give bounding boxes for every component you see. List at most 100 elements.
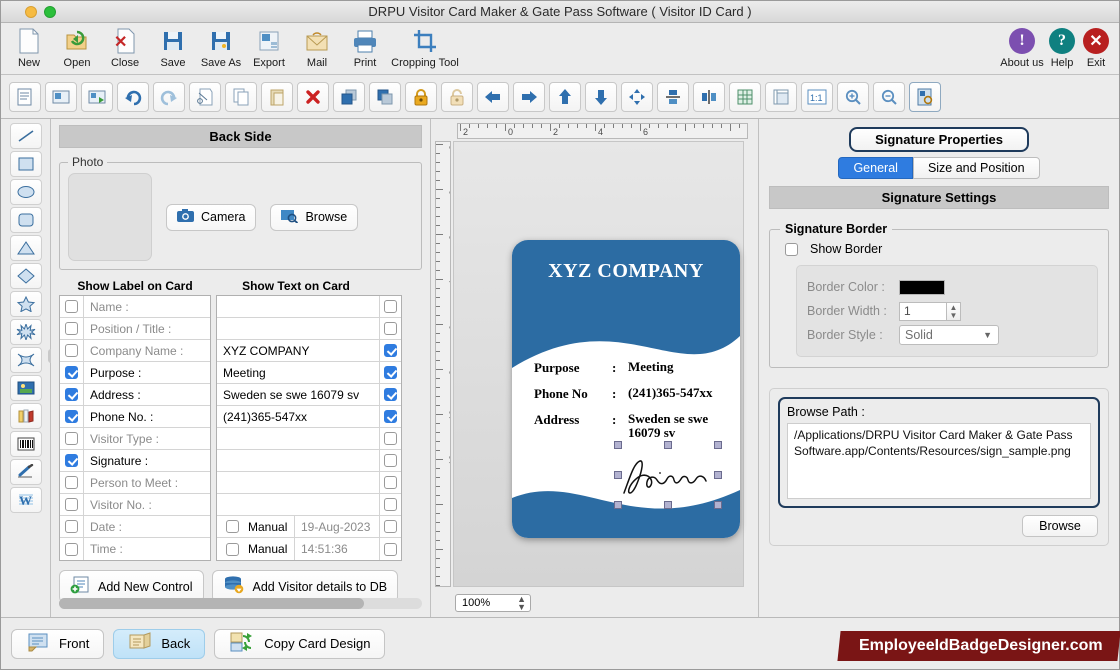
text-checkbox[interactable] (384, 432, 397, 445)
field-value[interactable]: XYZ COMPANY (217, 340, 380, 361)
zoom-out-icon-button[interactable] (873, 81, 905, 112)
tab-general[interactable]: General (838, 157, 913, 179)
resize-handle-w[interactable] (614, 471, 622, 479)
manual-checkbox[interactable] (226, 520, 239, 533)
border-width-stepper[interactable]: ▲ ▼ (947, 301, 961, 321)
save-button[interactable]: Save (149, 24, 197, 69)
undo-icon-button[interactable] (117, 81, 149, 112)
photo-preview[interactable] (68, 173, 152, 261)
watermark-tool-icon[interactable]: W (9, 487, 42, 513)
resize-handle-e[interactable] (714, 471, 722, 479)
print-button[interactable]: Print (341, 24, 389, 69)
field-value[interactable] (217, 494, 380, 515)
border-color-swatch[interactable] (899, 279, 945, 295)
text-checkbox[interactable] (384, 388, 397, 401)
rounded-rect-tool-icon[interactable] (9, 207, 42, 233)
browse-path-value[interactable]: /Applications/DRPU Visitor Card Maker & … (787, 423, 1091, 499)
help-button[interactable]: ? Help (1045, 24, 1079, 69)
signature-tool-icon[interactable] (9, 459, 42, 485)
align-top-icon-button[interactable] (549, 81, 581, 112)
new-button[interactable]: New (5, 24, 53, 69)
show-border-checkbox[interactable] (785, 242, 798, 256)
label-checkbox[interactable] (65, 542, 78, 556)
field-value[interactable]: Sweden se swe 16079 sv (217, 384, 380, 405)
align-bottom-icon-button[interactable] (585, 81, 617, 112)
delete-icon-button[interactable] (297, 81, 329, 112)
maximize-button[interactable] (44, 6, 56, 18)
design-page[interactable]: XYZ COMPANY Purpose: Meeting Phone No: (241… (453, 141, 744, 587)
triangle-tool-icon[interactable] (9, 235, 42, 261)
field-value[interactable] (217, 428, 380, 449)
field-value[interactable]: Meeting (217, 362, 380, 383)
card-preview-icon-button[interactable] (909, 81, 941, 112)
card-line[interactable]: Address: Sweden se swe 16079 sv (534, 412, 730, 439)
open-button[interactable]: Open (53, 24, 101, 69)
text-checkbox[interactable] (384, 300, 397, 313)
card-line[interactable]: Purpose: Meeting (534, 360, 730, 376)
text-checkbox[interactable] (384, 520, 397, 533)
browse-button[interactable]: Browse (1022, 515, 1098, 537)
tab-size-and-position[interactable]: Size and Position (912, 157, 1040, 179)
text-checkbox[interactable] (384, 410, 397, 423)
field-value[interactable] (217, 472, 380, 493)
back-side-button[interactable]: Back (113, 628, 206, 659)
field-value[interactable]: 14:51:36 (295, 538, 380, 560)
label-checkbox[interactable] (65, 300, 78, 313)
align-left-icon-button[interactable] (477, 81, 509, 112)
field-value[interactable]: 19-Aug-2023 (295, 516, 380, 537)
left-panel-hscrollbar[interactable] (59, 598, 422, 609)
send-back-icon-button[interactable] (369, 81, 401, 112)
zoom-level-select[interactable]: 100% ▲ ▼ (455, 594, 531, 612)
star-tool-icon[interactable] (9, 291, 42, 317)
label-checkbox[interactable] (65, 520, 78, 533)
diamond-tool-icon[interactable] (9, 263, 42, 289)
copy-card-design-button[interactable]: Copy Card Design (214, 628, 386, 659)
four-point-star-tool-icon[interactable] (9, 347, 42, 373)
manual-toggle[interactable]: Manual (217, 538, 295, 560)
field-value[interactable]: (241)365-547xx (217, 406, 380, 427)
center-vertical-icon-button[interactable] (657, 81, 689, 112)
ruler-icon-button[interactable] (765, 81, 797, 112)
text-checkbox[interactable] (384, 542, 397, 556)
cropping-tool-button[interactable]: Cropping Tool (389, 24, 461, 69)
starburst-tool-icon[interactable] (9, 319, 42, 345)
card-line[interactable]: Phone No: (241)365-547xx (534, 386, 730, 402)
label-checkbox[interactable] (65, 388, 78, 401)
text-checkbox[interactable] (384, 476, 397, 489)
center-both-icon-button[interactable] (621, 81, 653, 112)
text-checkbox[interactable] (384, 322, 397, 335)
border-width-input[interactable]: 1 (899, 301, 947, 321)
card-signature[interactable] (614, 441, 722, 509)
rectangle-tool-icon[interactable] (9, 151, 42, 177)
resize-handle-nw[interactable] (614, 441, 622, 449)
label-checkbox[interactable] (65, 476, 78, 489)
manual-checkbox[interactable] (226, 542, 239, 556)
label-checkbox[interactable] (65, 366, 78, 379)
text-checkbox[interactable] (384, 344, 397, 357)
cut-icon-button[interactable] (189, 81, 221, 112)
text-document-icon-button[interactable] (9, 81, 41, 112)
card-preview[interactable]: XYZ COMPANY Purpose: Meeting Phone No: (241… (512, 240, 740, 538)
text-checkbox[interactable] (384, 454, 397, 467)
resize-handle-ne[interactable] (714, 441, 722, 449)
label-checkbox[interactable] (65, 498, 78, 511)
redo-icon-button[interactable] (153, 81, 185, 112)
resize-handle-s[interactable] (664, 501, 672, 509)
resize-handle-sw[interactable] (614, 501, 622, 509)
save-as-button[interactable]: Save As (197, 24, 245, 69)
text-checkbox[interactable] (384, 366, 397, 379)
manual-toggle[interactable]: Manual (217, 516, 295, 537)
books-tool-icon[interactable] (9, 403, 42, 429)
export-button[interactable]: Export (245, 24, 293, 69)
front-side-button[interactable]: Front (11, 628, 105, 659)
add-image-icon-button[interactable] (45, 81, 77, 112)
minimize-button[interactable] (25, 6, 37, 18)
label-checkbox[interactable] (65, 454, 78, 467)
label-checkbox[interactable] (65, 432, 78, 445)
text-checkbox[interactable] (384, 498, 397, 511)
camera-button[interactable]: Camera (166, 203, 257, 231)
paste-icon-button[interactable] (261, 81, 293, 112)
copy-icon-button[interactable] (225, 81, 257, 112)
image-tool-icon[interactable] (9, 375, 42, 401)
label-checkbox[interactable] (65, 322, 78, 335)
